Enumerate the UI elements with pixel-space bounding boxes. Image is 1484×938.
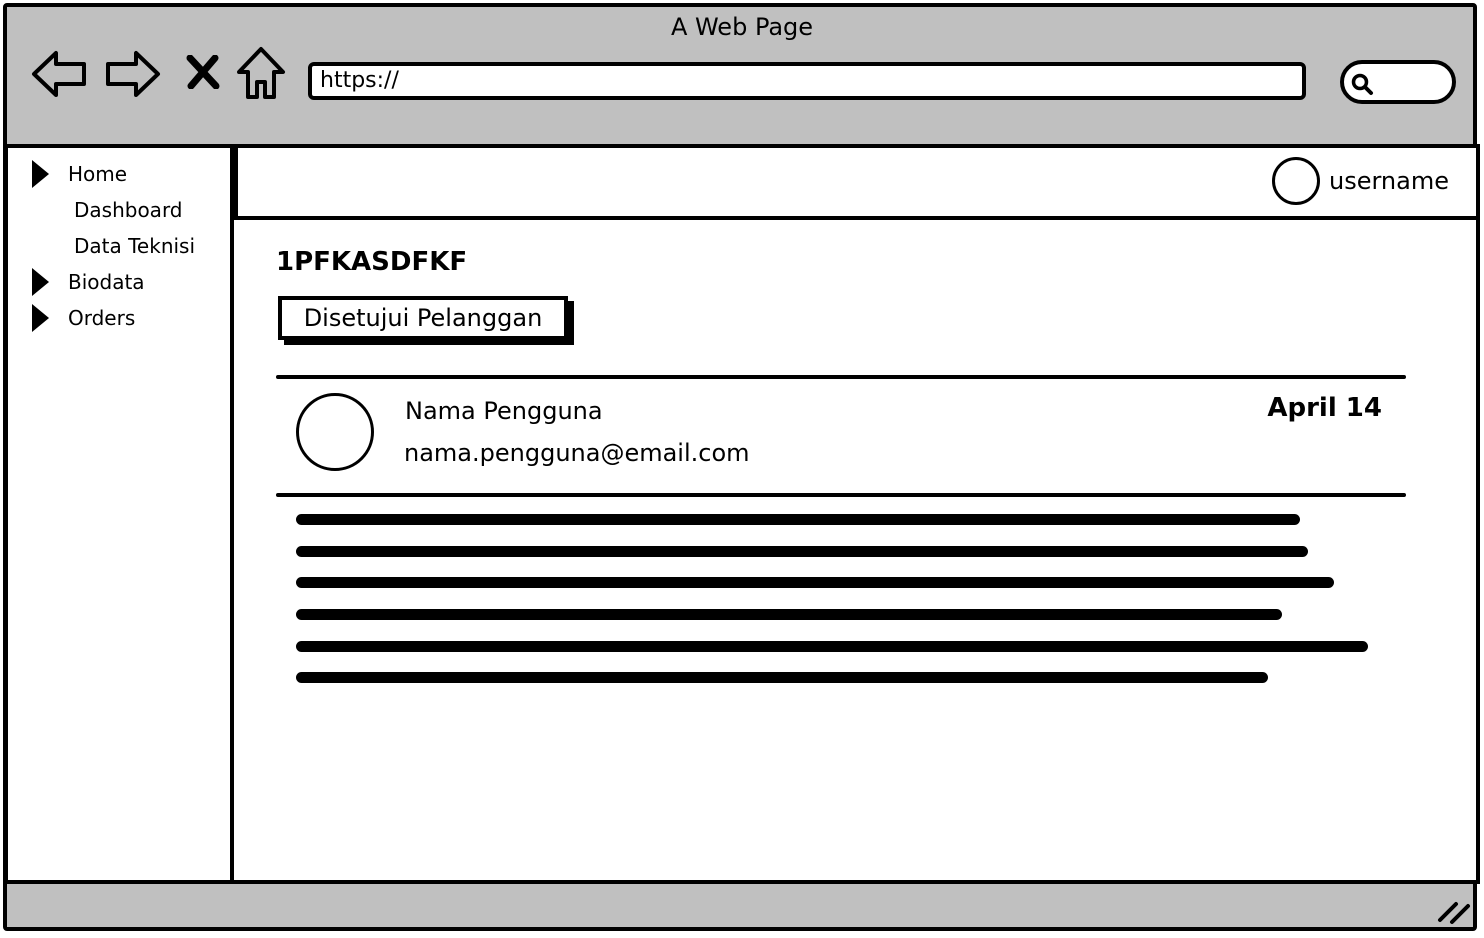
user-avatar	[296, 393, 374, 471]
sidebar-item-label: Home	[68, 162, 128, 186]
divider	[276, 493, 1406, 497]
sidebar-item-data-teknisi[interactable]: Data Teknisi	[74, 233, 195, 259]
search-icon	[1351, 73, 1373, 95]
user-email[interactable]: nama.pengguna@email.com	[404, 438, 750, 468]
status-bar	[3, 884, 1477, 931]
resize-grip-icon[interactable]	[1436, 898, 1474, 926]
expand-triangle-icon	[32, 268, 49, 296]
window-title: A Web Page	[670, 13, 814, 41]
text-placeholder-line	[296, 546, 1308, 557]
text-placeholder-line	[296, 577, 1334, 588]
close-icon[interactable]	[186, 55, 220, 89]
home-icon[interactable]	[236, 46, 286, 100]
post-date: April 14	[1267, 393, 1382, 423]
text-placeholder-line	[296, 609, 1282, 620]
sidebar-item-dashboard[interactable]: Dashboard	[74, 197, 183, 223]
url-input[interactable]: https://	[308, 62, 1306, 100]
status-button[interactable]: Disetujui Pelanggan	[278, 296, 568, 340]
username-label[interactable]: username	[1329, 166, 1449, 196]
text-placeholder-line	[296, 672, 1268, 683]
text-placeholder-line	[296, 514, 1300, 525]
divider	[276, 375, 1406, 379]
text-placeholder-line	[296, 641, 1368, 652]
expand-triangle-icon	[32, 160, 49, 188]
sidebar-item-label: Dashboard	[74, 198, 183, 222]
sidebar-item-label: Orders	[68, 306, 136, 330]
page-title: 1PFKASDFKF	[276, 247, 468, 277]
text-placeholder-paragraph	[296, 514, 1376, 694]
user-name: Nama Pengguna	[405, 397, 603, 425]
sidebar-item-label: Biodata	[68, 270, 145, 294]
forward-arrow-icon[interactable]	[104, 48, 162, 100]
sidebar-item-label: Data Teknisi	[74, 234, 196, 258]
avatar[interactable]	[1272, 157, 1320, 205]
back-arrow-icon[interactable]	[30, 48, 88, 100]
expand-triangle-icon	[32, 304, 49, 332]
search-input[interactable]	[1340, 60, 1456, 104]
